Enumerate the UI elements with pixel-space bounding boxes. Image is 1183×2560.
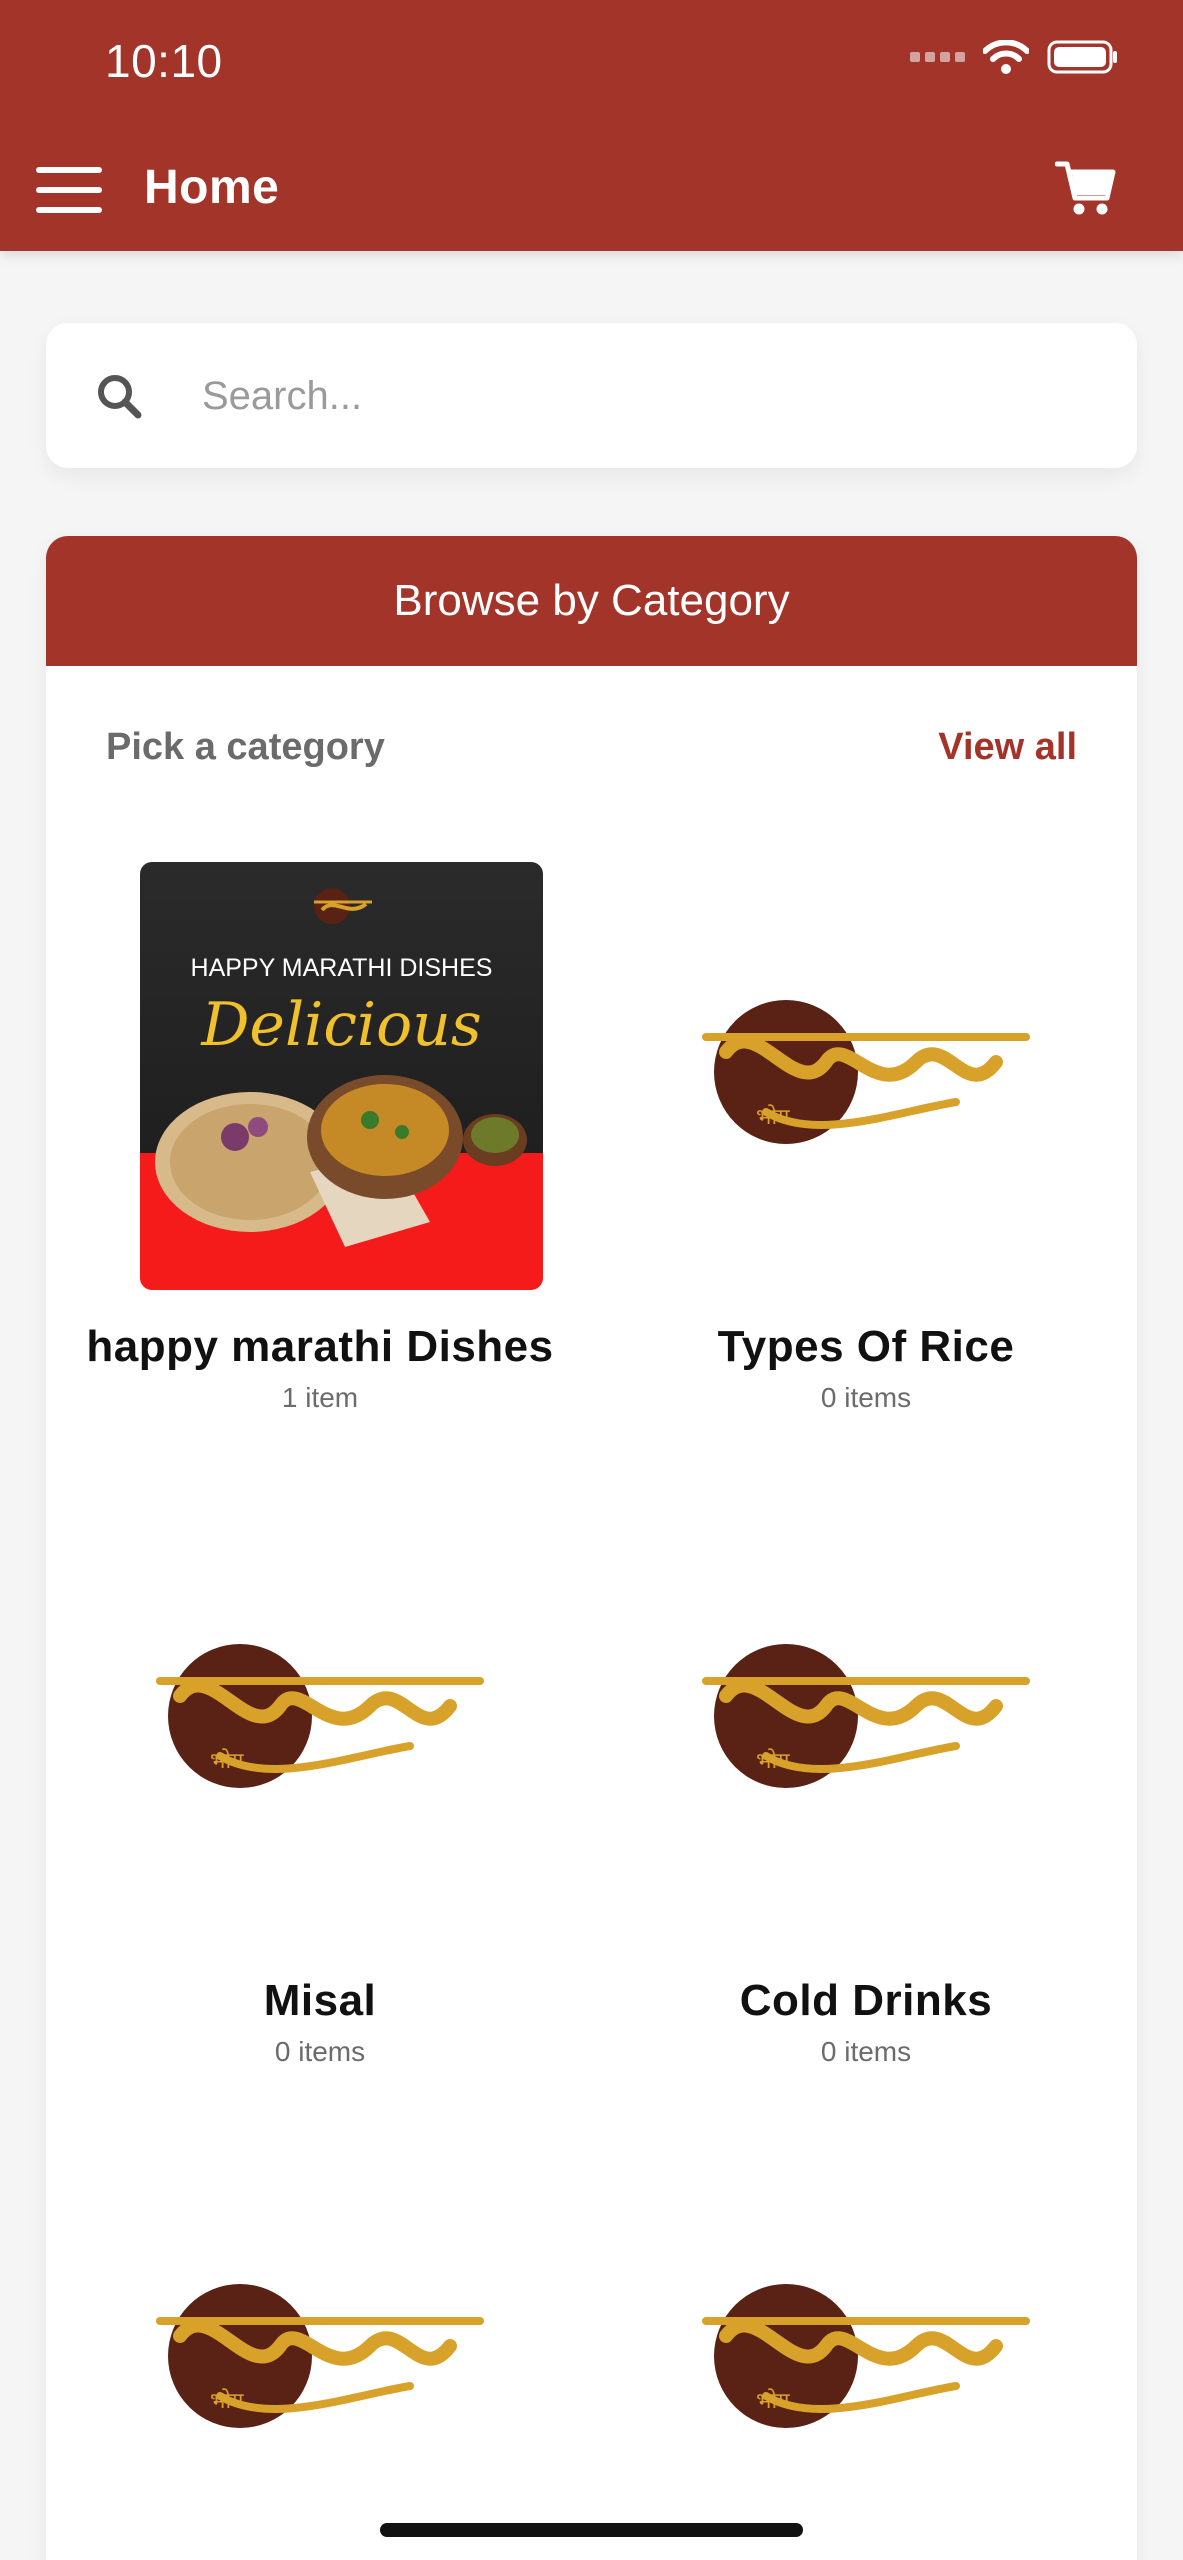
hamburger-menu-icon[interactable] <box>36 167 102 213</box>
category-subtitle: Pick a category <box>106 726 385 768</box>
wifi-icon <box>983 40 1029 74</box>
category-image-promo: HAPPY MARATHI DISHES Delicious <box>140 862 543 1290</box>
status-time: 10:10 <box>105 35 223 87</box>
category-item[interactable]: भोग Misal 0 items <box>70 1516 570 2076</box>
battery-icon <box>1047 40 1117 74</box>
food-plate-illustration <box>155 1075 527 1247</box>
rajeshahi-bhog-logo: भोग <box>156 1644 484 1788</box>
category-name: Misal <box>263 1976 377 2025</box>
logo-subtext: भोग <box>756 1748 790 1774</box>
status-icons <box>910 40 1119 74</box>
view-all-link[interactable]: View all <box>938 726 1077 769</box>
category-item[interactable]: भोग Cold Drinks 0 items <box>616 1516 1116 2076</box>
category-count: 0 items <box>820 2036 912 2067</box>
rajeshahi-bhog-logo: भोग <box>156 2284 484 2428</box>
home-indicator[interactable] <box>380 2523 803 2537</box>
category-item[interactable]: भोग Types Of Rice 0 items <box>616 862 1116 1422</box>
logo-subtext: भोग <box>210 2388 244 2414</box>
app-header: 10:10 Home <box>0 0 1183 251</box>
category-count: 0 items <box>274 2036 366 2067</box>
category-name: happy marathi Dishes <box>86 1322 554 1371</box>
rajeshahi-bhog-logo: भोग <box>702 1000 1030 1144</box>
search-icon <box>98 375 142 419</box>
logo-subtext: भोग <box>210 1748 244 1774</box>
logo-subtext: भोग <box>756 2388 790 2414</box>
category-count: 0 items <box>820 1382 912 1413</box>
category-name: Types Of Rice <box>717 1322 1015 1371</box>
rajeshahi-bhog-logo: भोग <box>702 1644 1030 1788</box>
category-count: 1 item <box>281 1382 359 1413</box>
category-item[interactable]: भोग <box>70 2176 570 2560</box>
logo-subtext: भोग <box>756 1104 790 1130</box>
category-name: Cold Drinks <box>739 1976 993 2025</box>
category-section: Browse by Category Pick a category View … <box>46 536 1137 2560</box>
category-section-title: Browse by Category <box>46 536 1137 666</box>
search-bar <box>46 323 1137 468</box>
rajeshahi-bhog-logo: भोग <box>702 2284 1030 2428</box>
cellular-signal-icon <box>910 52 965 62</box>
category-item[interactable]: भोग <box>616 2176 1116 2560</box>
page-title: Home <box>144 161 280 214</box>
search-input[interactable] <box>202 361 1082 431</box>
cart-icon[interactable] <box>1054 158 1117 218</box>
screen: 10:10 Home Search... Browse by Category … <box>0 0 1183 2560</box>
category-item[interactable]: HAPPY MARATHI DISHES Delicious happy mar <box>70 862 570 1422</box>
